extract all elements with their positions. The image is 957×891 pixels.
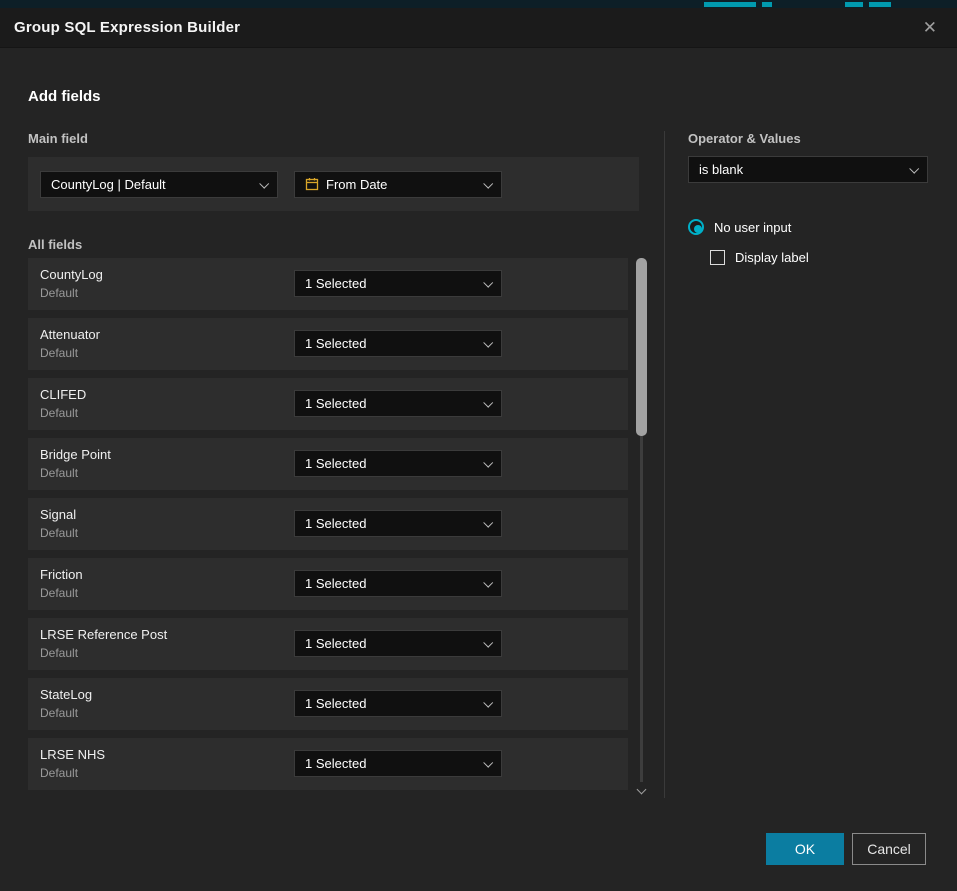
checkbox-unchecked-icon <box>710 250 725 265</box>
chevron-down-icon <box>483 278 493 288</box>
field-name: CLIFED <box>40 387 86 402</box>
radio-selected-icon <box>688 219 704 235</box>
field-subtitle: Default <box>40 526 78 540</box>
field-selected-dropdown[interactable]: 1 Selected <box>294 510 502 537</box>
field-selected-dropdown[interactable]: 1 Selected <box>294 450 502 477</box>
field-selected-dropdown[interactable]: 1 Selected <box>294 690 502 717</box>
field-name: CountyLog <box>40 267 103 282</box>
background-fragment <box>762 2 772 7</box>
field-row: LRSE Reference Post Default 1 Selected <box>28 618 628 670</box>
field-selected-dropdown[interactable]: 1 Selected <box>294 630 502 657</box>
operator-select[interactable]: is blank <box>688 156 928 183</box>
field-selected-value: 1 Selected <box>305 576 366 591</box>
chevron-down-icon <box>483 638 493 648</box>
field-selected-value: 1 Selected <box>305 696 366 711</box>
chevron-down-icon <box>483 398 493 408</box>
field-selected-value: 1 Selected <box>305 396 366 411</box>
chevron-down-icon <box>259 178 269 188</box>
field-name: LRSE Reference Post <box>40 627 167 642</box>
chevron-down-icon <box>483 758 493 768</box>
field-row: CLIFED Default 1 Selected <box>28 378 628 430</box>
field-selected-value: 1 Selected <box>305 276 366 291</box>
main-field-source-select[interactable]: CountyLog | Default <box>40 171 278 198</box>
field-name: Bridge Point <box>40 447 111 462</box>
field-row: Attenuator Default 1 Selected <box>28 318 628 370</box>
dialog-header: Group SQL Expression Builder ✕ <box>0 8 957 48</box>
background-fragment <box>704 2 756 7</box>
dialog-title: Group SQL Expression Builder <box>14 19 240 36</box>
field-subtitle: Default <box>40 586 78 600</box>
display-label-checkbox[interactable]: Display label <box>710 250 809 265</box>
field-row: Friction Default 1 Selected <box>28 558 628 610</box>
field-selected-dropdown[interactable]: 1 Selected <box>294 330 502 357</box>
operator-values-label: Operator & Values <box>688 131 801 146</box>
add-fields-heading: Add fields <box>28 88 101 105</box>
chevron-down-icon <box>483 698 493 708</box>
all-fields-list: CountyLog Default 1 Selected Attenuator … <box>28 258 628 798</box>
scrollbar-thumb[interactable] <box>636 258 647 436</box>
display-label-text: Display label <box>735 250 809 265</box>
field-subtitle: Default <box>40 286 78 300</box>
field-row: LRSE NHS Default 1 Selected <box>28 738 628 790</box>
field-name: LRSE NHS <box>40 747 105 762</box>
field-selected-value: 1 Selected <box>305 336 366 351</box>
chevron-down-icon <box>483 338 493 348</box>
field-selected-dropdown[interactable]: 1 Selected <box>294 750 502 777</box>
field-selected-value: 1 Selected <box>305 456 366 471</box>
scroll-down-icon[interactable] <box>637 785 647 795</box>
field-selected-value: 1 Selected <box>305 516 366 531</box>
chevron-down-icon <box>483 178 493 188</box>
dialog-screen: Group SQL Expression Builder ✕ Add field… <box>0 0 957 891</box>
field-selected-dropdown[interactable]: 1 Selected <box>294 570 502 597</box>
main-field-date-value: From Date <box>326 177 387 192</box>
operator-value: is blank <box>699 162 743 177</box>
field-row: StateLog Default 1 Selected <box>28 678 628 730</box>
field-row: CountyLog Default 1 Selected <box>28 258 628 310</box>
scrollbar[interactable] <box>636 258 647 798</box>
main-field-source-value: CountyLog | Default <box>51 177 166 192</box>
close-icon[interactable]: ✕ <box>917 15 943 40</box>
all-fields-label: All fields <box>28 237 82 252</box>
cancel-button[interactable]: Cancel <box>852 833 926 865</box>
field-subtitle: Default <box>40 346 78 360</box>
chevron-down-icon <box>483 518 493 528</box>
field-subtitle: Default <box>40 706 78 720</box>
field-name: StateLog <box>40 687 92 702</box>
calendar-icon <box>305 177 319 191</box>
background-fragment <box>845 2 863 7</box>
field-name: Attenuator <box>40 327 100 342</box>
background-fragment <box>869 2 891 7</box>
field-subtitle: Default <box>40 406 78 420</box>
ok-button[interactable]: OK <box>766 833 844 865</box>
field-subtitle: Default <box>40 766 78 780</box>
field-name: Signal <box>40 507 76 522</box>
field-row: Signal Default 1 Selected <box>28 498 628 550</box>
field-row: Bridge Point Default 1 Selected <box>28 438 628 490</box>
chevron-down-icon <box>483 578 493 588</box>
no-user-input-label: No user input <box>714 220 791 235</box>
field-selected-dropdown[interactable]: 1 Selected <box>294 270 502 297</box>
main-field-label: Main field <box>28 131 88 146</box>
field-subtitle: Default <box>40 466 78 480</box>
field-subtitle: Default <box>40 646 78 660</box>
vertical-divider <box>664 131 665 798</box>
chevron-down-icon <box>909 164 919 174</box>
no-user-input-radio[interactable]: No user input <box>688 219 791 235</box>
background-app-strip <box>0 0 957 8</box>
field-selected-dropdown[interactable]: 1 Selected <box>294 390 502 417</box>
main-field-date-select[interactable]: From Date <box>294 171 502 198</box>
main-field-panel: CountyLog | Default From Date <box>28 157 639 211</box>
field-selected-value: 1 Selected <box>305 756 366 771</box>
field-selected-value: 1 Selected <box>305 636 366 651</box>
field-name: Friction <box>40 567 83 582</box>
chevron-down-icon <box>483 458 493 468</box>
